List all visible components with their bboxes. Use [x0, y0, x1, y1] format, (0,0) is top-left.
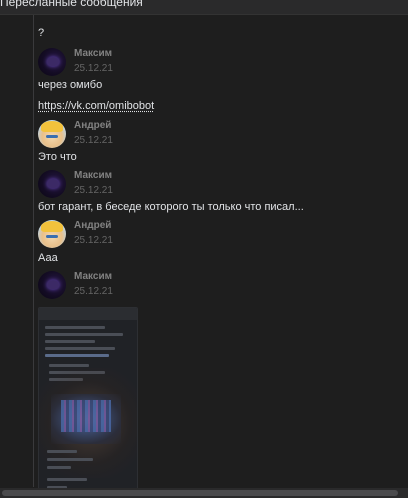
message-author: Андрей 25.12.21 [38, 120, 238, 150]
scrollbar-thumb[interactable] [2, 490, 398, 496]
avatar[interactable] [38, 220, 66, 248]
page-title: Пересланные сообщения [0, 0, 143, 9]
attachment-line [47, 458, 93, 461]
top-bar: Пересланные сообщения [0, 0, 408, 15]
avatar[interactable] [38, 120, 66, 148]
attachment-line [45, 326, 105, 329]
avatar[interactable] [38, 170, 66, 198]
message-date[interactable]: 25.12.21 [74, 286, 113, 298]
attachment-line [47, 450, 77, 453]
message-date[interactable]: 25.12.21 [74, 63, 113, 75]
message-link[interactable]: https://vk.com/omibobot [38, 99, 154, 113]
avatar[interactable] [38, 271, 66, 299]
attachment-topbar [39, 308, 137, 320]
message-date[interactable]: 25.12.21 [74, 235, 113, 247]
attachment-line [45, 354, 109, 357]
message-author: Максим 25.12.21 [38, 170, 238, 200]
image-attachment[interactable] [38, 307, 138, 498]
horizontal-scrollbar[interactable] [0, 488, 408, 498]
author-name[interactable]: Андрей [74, 220, 111, 232]
author-name[interactable]: Максим [74, 48, 112, 60]
message-date[interactable]: 25.12.21 [74, 185, 113, 197]
author-name[interactable]: Максим [74, 170, 112, 182]
author-name[interactable]: Максим [74, 271, 112, 283]
message-text: Это что [38, 151, 77, 163]
attachment-line [45, 347, 115, 350]
attachment-line [47, 478, 87, 481]
attachment-line [45, 333, 123, 336]
forward-thread-line [33, 15, 34, 487]
message-text: бот гарант, в беседе которого ты только … [38, 201, 304, 213]
message-author: Максим 25.12.21 [38, 48, 238, 78]
avatar[interactable] [38, 48, 66, 76]
attachment-line [47, 466, 71, 469]
attachment-line [49, 364, 89, 367]
attachment-inner-image [51, 394, 121, 444]
message-author: Максим 25.12.21 [38, 271, 238, 301]
author-name[interactable]: Андрей [74, 120, 111, 132]
message-date[interactable]: 25.12.21 [74, 135, 113, 147]
message-text: через омибо [38, 79, 103, 91]
message-text: ? [38, 27, 45, 39]
attachment-line [45, 340, 95, 343]
message-text: Ааа [38, 252, 58, 264]
message-author: Андрей 25.12.21 [38, 220, 238, 250]
